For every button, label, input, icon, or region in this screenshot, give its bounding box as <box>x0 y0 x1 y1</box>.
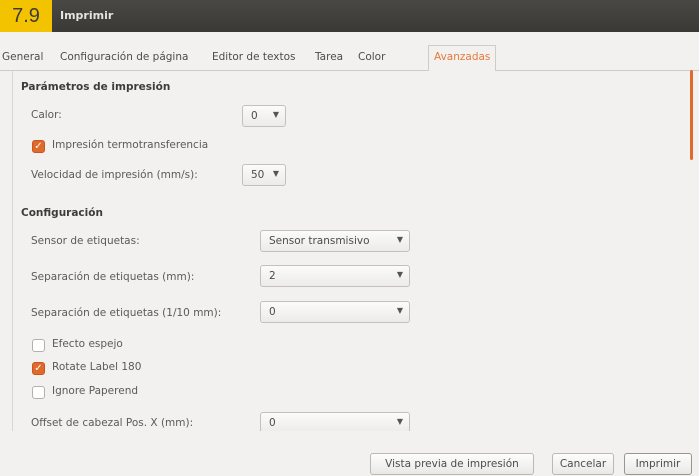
label-sensor-select[interactable]: Sensor transmisivo ▼ <box>260 230 410 252</box>
label-gap-tenth-value: 0 <box>269 306 276 318</box>
label-sensor-label: Sensor de etiquetas: <box>31 235 140 247</box>
advanced-settings-panel: Parámetros de impresión Calor: 0 ▼ ✓ Imp… <box>12 71 696 431</box>
tab-job[interactable]: Tarea <box>315 51 343 63</box>
chevron-down-icon: ▼ <box>396 306 403 315</box>
label-gap-mm-value: 2 <box>269 270 276 282</box>
head-offset-value: 0 <box>269 417 276 429</box>
label-gap-tenth-label: Separación de etiquetas (1/10 mm): <box>31 307 222 319</box>
tab-advanced[interactable]: Avanzadas <box>428 45 497 72</box>
head-offset-label: Offset de cabezal Pos. X (mm): <box>31 417 194 429</box>
print-button[interactable]: Imprimir <box>624 453 692 475</box>
scrollbar[interactable] <box>690 70 693 160</box>
mirror-effect-checkbox[interactable] <box>32 339 45 352</box>
chevron-down-icon: ▼ <box>272 110 279 119</box>
print-speed-value: 50 <box>251 169 265 181</box>
rotate-label-checkbox[interactable]: ✓ <box>32 362 45 375</box>
chevron-down-icon: ▼ <box>396 417 403 426</box>
tab-page-setup[interactable]: Configuración de página <box>60 51 188 63</box>
window-titlebar[interactable]: Imprimir <box>0 0 699 32</box>
print-speed-select[interactable]: 50 ▼ <box>242 164 286 186</box>
print-params-heading: Parámetros de impresión <box>21 81 171 93</box>
label-gap-tenth-select[interactable]: 0 ▼ <box>260 301 410 323</box>
ignore-paperend-label: Ignore Paperend <box>52 385 139 397</box>
window-title: Imprimir <box>60 9 114 22</box>
head-offset-select[interactable]: 0 ▼ <box>260 412 410 431</box>
print-preview-button[interactable]: Vista previa de impresión <box>370 453 534 475</box>
thermal-transfer-checkbox[interactable]: ✓ <box>32 140 45 153</box>
tab-text-editor[interactable]: Editor de textos <box>212 51 296 63</box>
configuration-heading: Configuración <box>21 207 103 219</box>
cancel-button[interactable]: Cancelar <box>552 453 614 475</box>
label-gap-mm-select[interactable]: 2 ▼ <box>260 265 410 287</box>
color-label: Calor: <box>31 109 62 121</box>
tab-bar: General Configuración de página Editor d… <box>0 45 699 72</box>
chevron-down-icon: ▼ <box>396 235 403 244</box>
label-gap-mm-label: Separación de etiquetas (mm): <box>31 271 195 283</box>
tab-color[interactable]: Color <box>358 51 385 63</box>
tab-general[interactable]: General <box>2 51 43 63</box>
mirror-effect-label: Efecto espejo <box>52 338 123 350</box>
color-select[interactable]: 0 ▼ <box>242 105 286 127</box>
chevron-down-icon: ▼ <box>272 169 279 178</box>
rotate-label-label: Rotate Label 180 <box>52 361 142 373</box>
chevron-down-icon: ▼ <box>396 270 403 279</box>
ignore-paperend-checkbox[interactable] <box>32 386 45 399</box>
print-speed-label: Velocidad de impresión (mm/s): <box>31 169 198 181</box>
color-select-value: 0 <box>251 110 258 122</box>
figure-number-badge: 7.9 <box>0 0 52 32</box>
thermal-transfer-label: Impresión termotransferencia <box>52 139 209 151</box>
label-sensor-value: Sensor transmisivo <box>269 235 370 247</box>
